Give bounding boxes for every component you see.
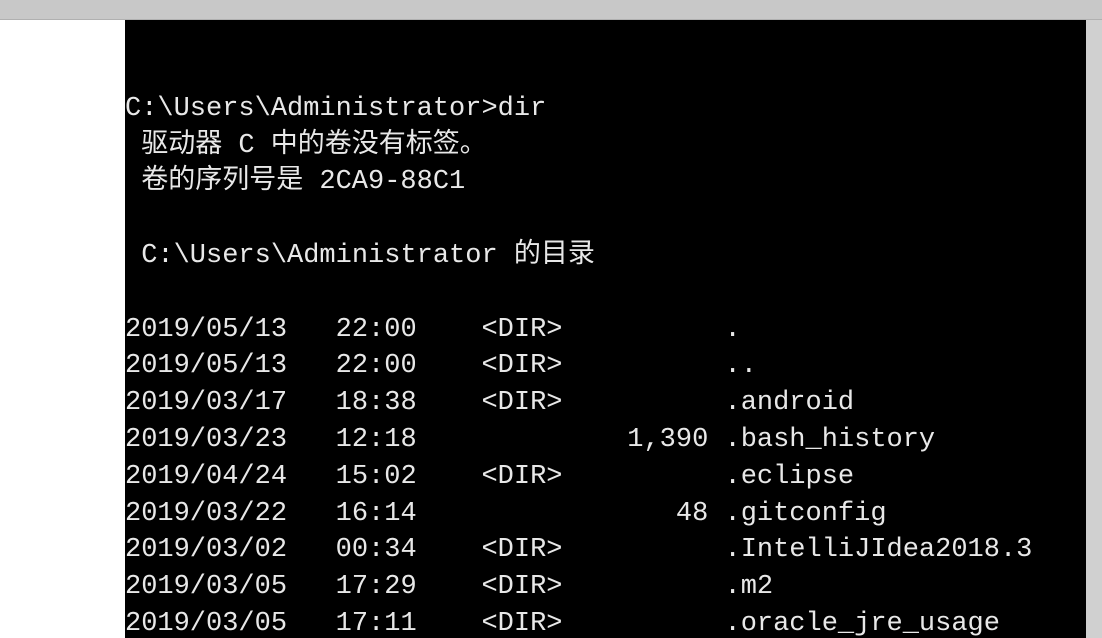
serial-info: 卷的序列号是 2CA9-88C1 bbox=[125, 167, 465, 197]
directory-header: C:\Users\Administrator 的目录 bbox=[125, 241, 595, 271]
command-text: dir bbox=[498, 94, 547, 124]
page-left-margin bbox=[0, 20, 125, 638]
directory-listing: 2019/05/13 22:00 <DIR> . 2019/05/13 22:0… bbox=[125, 315, 1032, 638]
prompt-path: C:\Users\Administrator> bbox=[125, 94, 498, 124]
window-chrome-top bbox=[0, 0, 1102, 20]
terminal-window[interactable]: C:\Users\Administrator>dir 驱动器 C 中的卷没有标签… bbox=[125, 20, 1086, 638]
terminal-output: C:\Users\Administrator>dir 驱动器 C 中的卷没有标签… bbox=[125, 20, 1086, 638]
command-prompt: C:\Users\Administrator>dir bbox=[125, 94, 546, 124]
volume-info: 驱动器 C 中的卷没有标签。 bbox=[125, 131, 487, 161]
